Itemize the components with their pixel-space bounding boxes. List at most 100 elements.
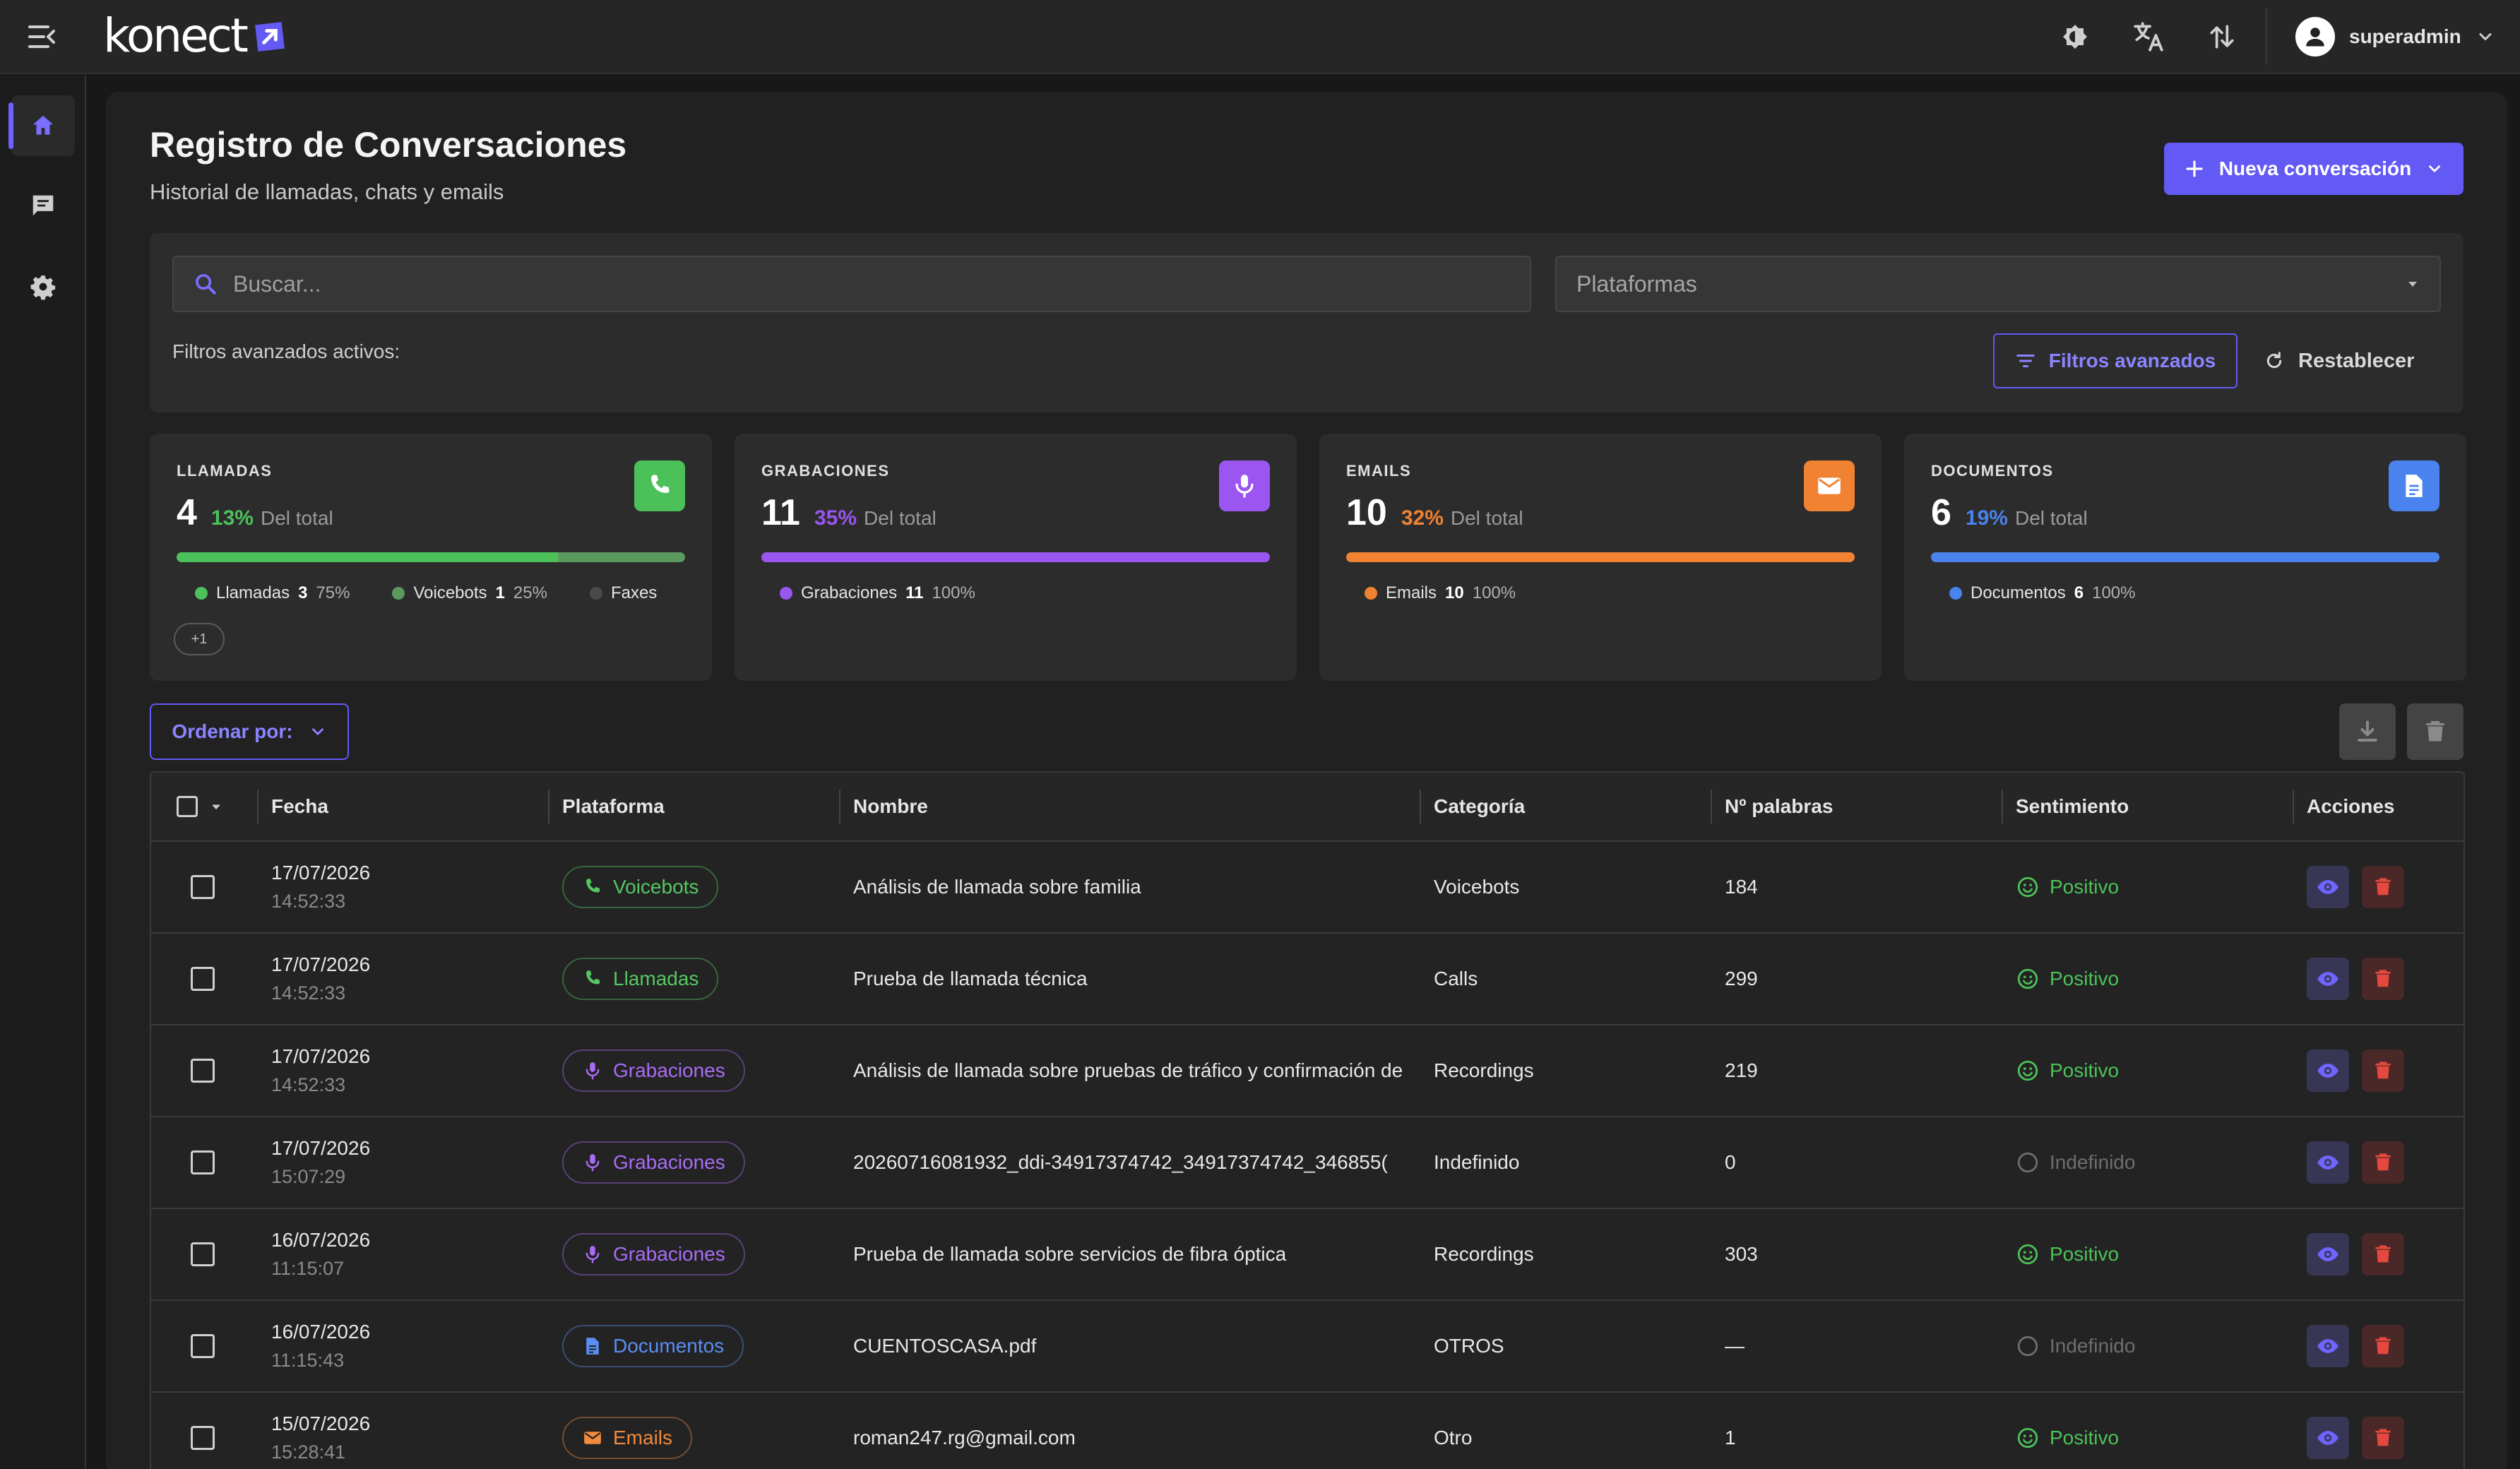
stat-card-count: 4 [177, 492, 197, 533]
bulk-download-button[interactable] [2339, 703, 2396, 760]
platform-chip-label: Grabaciones [613, 1059, 725, 1081]
table-header: Fecha Plataforma Nombre Categoría Nº pal… [151, 773, 2463, 842]
delete-button[interactable] [2362, 1233, 2404, 1275]
app-logo[interactable]: konect [103, 8, 287, 63]
row-checkbox[interactable] [191, 1059, 215, 1083]
column-header-sentimiento[interactable]: Sentimiento [2002, 773, 2293, 840]
page-subtitle: Historial de llamadas, chats y emails [150, 179, 504, 204]
view-button[interactable] [2307, 1233, 2349, 1275]
select-all-checkbox[interactable] [177, 796, 198, 817]
advanced-filters-button[interactable]: Filtros avanzados [1993, 333, 2237, 388]
row-date: 17/07/2026 [271, 1045, 371, 1067]
row-date: 16/07/2026 [271, 1321, 371, 1343]
column-header-categoria[interactable]: Categoría [1420, 773, 1711, 840]
platform-chip[interactable]: Emails [562, 1417, 693, 1459]
search-box[interactable] [172, 256, 1531, 312]
delete-button[interactable] [2362, 1049, 2404, 1092]
name-cell: 20260716081932_ddi-34917374742_349173747… [853, 1151, 1388, 1173]
row-checkbox-cell [177, 1393, 247, 1469]
select-all-control[interactable] [162, 773, 258, 840]
view-button[interactable] [2307, 1325, 2349, 1367]
row-checkbox[interactable] [191, 967, 215, 991]
filters-panel: Plataformas Filtros avanzados activos: F… [150, 233, 2463, 412]
date-cell: 17/07/2026 14:52:33 [257, 842, 548, 932]
row-checkbox[interactable] [191, 1150, 215, 1174]
platform-chip[interactable]: Grabaciones [562, 1049, 745, 1092]
delete-button[interactable] [2362, 1141, 2404, 1184]
column-header-plataforma[interactable]: Plataforma [548, 773, 839, 840]
column-header-palabras[interactable]: Nº palabras [1711, 773, 2002, 840]
row-checkbox[interactable] [191, 875, 215, 899]
view-button[interactable] [2307, 1141, 2349, 1184]
stat-card-count: 10 [1346, 492, 1387, 533]
legend-percent: 100% [1472, 583, 1516, 602]
legend-count: 10 [1445, 583, 1464, 602]
delete-button[interactable] [2362, 1325, 2404, 1367]
view-button[interactable] [2307, 1049, 2349, 1092]
legend-dot [1365, 587, 1377, 600]
row-checkbox[interactable] [191, 1334, 215, 1358]
row-checkbox[interactable] [191, 1426, 215, 1450]
column-header-nombre[interactable]: Nombre [839, 773, 1420, 840]
reset-button[interactable]: Restablecer [2263, 333, 2414, 388]
sort-by-button[interactable]: Ordenar por: [150, 703, 349, 760]
plus-icon [2186, 160, 2203, 177]
theme-toggle-icon[interactable] [2055, 17, 2095, 56]
sort-direction-icon[interactable] [2202, 17, 2242, 56]
logo-mark-icon [255, 22, 285, 52]
platforms-select[interactable]: Plataformas [1555, 256, 2441, 312]
stat-card-value-row: 4 13% Del total [177, 492, 333, 534]
more-legend-chip[interactable]: +1 [174, 623, 225, 655]
delete-button[interactable] [2362, 1417, 2404, 1459]
legend-count: 3 [298, 583, 308, 602]
row-checkbox[interactable] [191, 1242, 215, 1266]
table-row[interactable]: 16/07/2026 11:15:07 Grabaciones Prueba d… [151, 1209, 2463, 1301]
delete-button[interactable] [2362, 958, 2404, 1000]
stat-card-value-row: 6 19% Del total [1931, 492, 2088, 534]
user-menu[interactable]: superadmin [2295, 16, 2495, 58]
table-row[interactable]: 17/07/2026 14:52:33 Llamadas Prueba de l… [151, 934, 2463, 1025]
view-button[interactable] [2307, 866, 2349, 908]
stat-card-emails: EMAILS 10 32% Del total Emails 10 100% [1319, 434, 1882, 681]
main-panel: Registro de Conversaciones Historial de … [106, 92, 2507, 1469]
sentiment-label: Indefinido [2050, 1151, 2136, 1173]
table-row[interactable]: 17/07/2026 15:07:29 Grabaciones 20260716… [151, 1117, 2463, 1209]
sidebar-item-settings[interactable] [11, 256, 75, 317]
eye-icon [2317, 1339, 2338, 1353]
date-cell: 17/07/2026 14:52:33 [257, 1025, 548, 1116]
legend-item: Grabaciones 11 100% [780, 581, 975, 606]
column-header-fecha[interactable]: Fecha [257, 773, 548, 840]
date-cell: 16/07/2026 11:15:43 [257, 1301, 548, 1391]
platform-chip[interactable]: Llamadas [562, 958, 719, 1000]
legend-item: Emails 10 100% [1365, 581, 1516, 606]
platform-chip[interactable]: Voicebots [562, 866, 719, 908]
stat-card-legend: Llamadas 3 75% Voicebots 1 25% Faxes +1 [174, 581, 689, 655]
delete-button[interactable] [2362, 866, 2404, 908]
platform-chip[interactable]: Grabaciones [562, 1141, 745, 1184]
menu-toggle-icon[interactable] [25, 21, 59, 52]
bulk-delete-button[interactable] [2407, 703, 2463, 760]
sentiment-label: Positivo [2050, 1059, 2120, 1081]
view-button[interactable] [2307, 958, 2349, 1000]
table-row[interactable]: 15/07/2026 15:28:41 Emails roman247.rg@g… [151, 1393, 2463, 1469]
word-count-cell: 303 [1725, 1243, 1758, 1265]
platform-chip[interactable]: Grabaciones [562, 1233, 745, 1275]
actions-cell [2293, 1209, 2463, 1300]
table-row[interactable]: 17/07/2026 14:52:33 Grabaciones Análisis… [151, 1025, 2463, 1117]
row-time: 15:07:29 [271, 1166, 346, 1187]
empty-circle-icon [2017, 1336, 2038, 1357]
search-input[interactable] [233, 270, 1434, 297]
advanced-filters-label: Filtros avanzados activos: [172, 340, 400, 362]
platform-chip[interactable]: Documentos [562, 1325, 744, 1367]
user-name: superadmin [2349, 25, 2461, 47]
platform-cell: Grabaciones [548, 1209, 839, 1300]
translate-icon[interactable] [2129, 17, 2168, 56]
sidebar-item-conversations[interactable] [11, 175, 75, 236]
new-conversation-button[interactable]: Nueva conversación [2164, 143, 2463, 195]
table-row[interactable]: 16/07/2026 11:15:43 Documentos CUENTOSCA… [151, 1301, 2463, 1393]
table-row[interactable]: 17/07/2026 14:52:33 Voicebots Análisis d… [151, 842, 2463, 934]
legend-name: Voicebots [413, 583, 487, 602]
view-button[interactable] [2307, 1417, 2349, 1459]
legend-dot [1949, 587, 1962, 600]
sidebar-item-home[interactable] [8, 95, 75, 156]
